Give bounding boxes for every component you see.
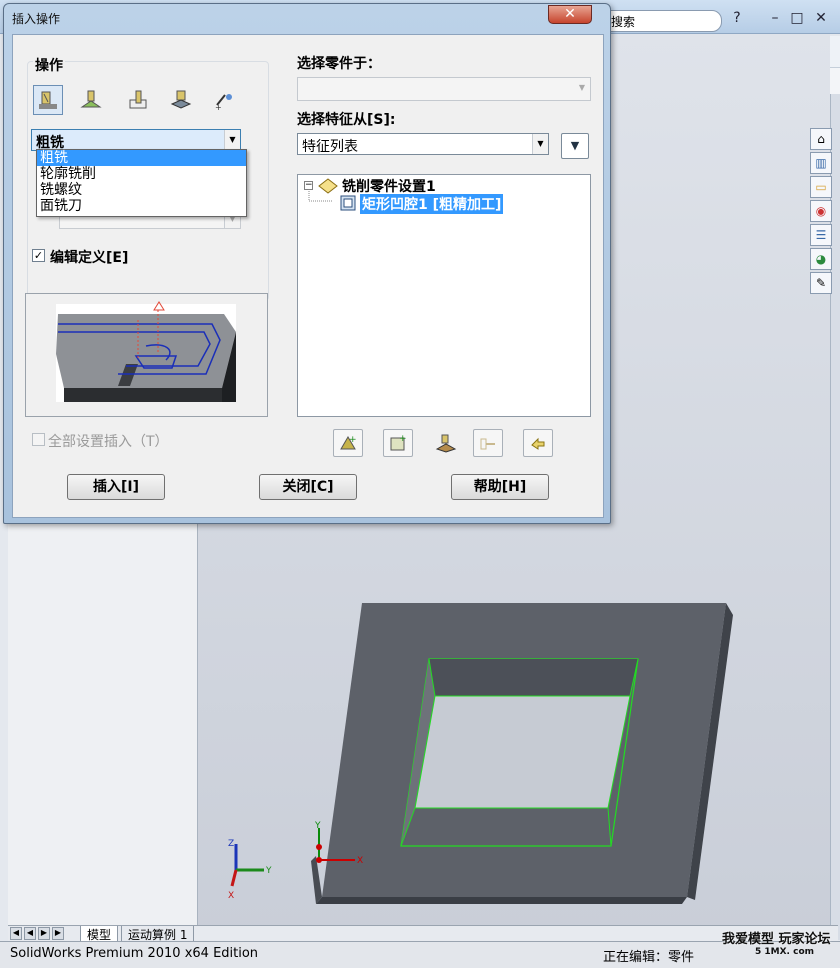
list-item[interactable]: 面铣刀: [37, 198, 246, 214]
toolpath-preview-image: [56, 301, 236, 402]
svg-text:+: +: [399, 434, 407, 444]
svg-text:Z: Z: [228, 839, 234, 849]
insert-all-checkbox[interactable]: [32, 433, 45, 446]
tab-motion-study[interactable]: 运动算例 1: [121, 926, 195, 942]
operation-dropdown-list[interactable]: 粗铣 轮廓铣削 铣螺纹 面铣刀: [36, 149, 247, 217]
search-input[interactable]: 搜索: [600, 10, 722, 32]
tab-first-icon[interactable]: ◀: [10, 927, 22, 940]
new-operation-button[interactable]: +: [383, 429, 413, 457]
minimize-button[interactable]: –: [766, 10, 784, 30]
tab-prev-icon[interactable]: ◀: [24, 927, 36, 940]
model-tabs-bar: ◀ ◀ ▶ ▶ 模型 运动算例 1: [8, 925, 838, 942]
select-feature-label: 选择特征从[S]:: [297, 112, 396, 128]
tab-model[interactable]: 模型: [80, 926, 119, 942]
tree-root-label[interactable]: 铣削零件设置1: [342, 176, 436, 196]
tree-connector: [308, 189, 332, 202]
feature-tree[interactable]: − 铣削零件设置1 矩形凹腔1 [粗精加工]: [297, 174, 591, 417]
rough-mill-icon[interactable]: [33, 85, 63, 115]
operation-preview: [25, 293, 268, 417]
list-item[interactable]: 轮廓铣削: [37, 166, 246, 182]
dialog-close-button[interactable]: ✕: [548, 5, 592, 24]
svg-text:+: +: [349, 435, 357, 445]
folder-icon[interactable]: ▭: [810, 176, 832, 198]
disabled-tool-button[interactable]: [473, 429, 503, 457]
feature-manager-pane: [8, 520, 198, 925]
new-operation-icon: +: [390, 434, 407, 451]
filter-button[interactable]: ▼: [561, 133, 589, 159]
svg-text:Y: Y: [265, 866, 272, 876]
status-editing: 正在编辑：零件: [603, 950, 695, 965]
dialog-client: 操作 + 粗铣 ▼ ▼ 粗铣 轮廓铣削 铣螺纹 面铣刀 ✓ 编辑定义[E] 全部…: [12, 34, 604, 518]
maximize-button[interactable]: □: [788, 10, 806, 30]
home-icon[interactable]: ⌂: [810, 128, 832, 150]
disabled-tool-icon: [480, 438, 495, 450]
rectangular-pocket-icon: [340, 195, 356, 211]
help-dialog-button[interactable]: 帮助[H]: [451, 474, 549, 500]
filter-icon: ▼: [570, 139, 580, 152]
svg-text:X: X: [228, 891, 234, 900]
drill-icon[interactable]: +: [209, 85, 239, 115]
operation-group-label: 操作: [33, 55, 65, 75]
operation-select[interactable]: 粗铣 ▼: [31, 129, 241, 151]
svg-text:X: X: [357, 856, 363, 866]
appearance-icon[interactable]: ◕: [810, 248, 832, 270]
edit-definition-label: 编辑定义[E]: [50, 250, 129, 266]
svg-text:Y: Y: [314, 821, 321, 831]
tool-icon: [435, 434, 457, 453]
reference-triad: Z Y X: [228, 839, 272, 900]
select-feature-combo[interactable]: 特征列表 ▼: [297, 133, 549, 155]
tab-next-icon[interactable]: ▶: [38, 927, 50, 940]
help-button[interactable]: ?: [728, 10, 746, 30]
close-button[interactable]: 关闭[C]: [259, 474, 357, 500]
resources-icon[interactable]: ▥: [810, 152, 832, 174]
select-feature-value: 特征列表: [302, 139, 358, 155]
part-front-side: [316, 897, 687, 904]
tool-button[interactable]: [431, 429, 461, 457]
select-part-label: 选择零件于：: [297, 56, 381, 72]
custom-properties-icon[interactable]: ✎: [810, 272, 832, 294]
thread-mill-icon[interactable]: [123, 85, 153, 115]
app-close-button[interactable]: ✕: [812, 10, 830, 30]
chevron-down-icon[interactable]: ▼: [224, 130, 240, 150]
redo-button[interactable]: [523, 429, 553, 457]
chevron-down-icon[interactable]: ▼: [532, 134, 548, 154]
tab-last-icon[interactable]: ▶: [52, 927, 64, 940]
chevron-down-icon[interactable]: ▼: [574, 78, 590, 98]
contour-mill-icon[interactable]: [76, 85, 106, 115]
insert-operation-dialog: 插入操作 ✕ 操作 + 粗铣 ▼ ▼ 粗铣 轮廓铣削 铣螺纹 面铣刀 ✓ 编辑定…: [3, 3, 611, 524]
status-product: SolidWorks Premium 2010 x64 Edition: [10, 946, 259, 961]
task-pane: ⌂ ▥ ▭ ◉ ☰ ◕ ✎: [808, 126, 834, 296]
dialog-title: 插入操作: [12, 12, 61, 26]
tree-child-label[interactable]: 矩形凹腔1 [粗精加工]: [360, 194, 504, 214]
list-item[interactable]: 铣螺纹: [37, 182, 246, 198]
add-feature-button[interactable]: +: [333, 429, 363, 457]
watermark: 我爱模型 玩家论坛: [722, 932, 831, 947]
status-bar: SolidWorks Premium 2010 x64 Edition 正在编辑…: [0, 941, 840, 968]
face-mill-icon[interactable]: [166, 85, 196, 115]
list-item[interactable]: 粗铣: [37, 150, 246, 166]
insert-button[interactable]: 插入[I]: [67, 474, 165, 500]
watermark-url: 5 1MX. com: [755, 947, 815, 957]
select-part-combo[interactable]: ▼: [297, 77, 591, 101]
explorer-icon[interactable]: ☰: [810, 224, 832, 246]
edit-definition-checkbox[interactable]: ✓: [32, 249, 45, 262]
part-model[interactable]: Y X: [198, 560, 830, 930]
svg-text:+: +: [215, 103, 222, 111]
add-feature-icon: +: [340, 435, 357, 450]
view-palette-icon[interactable]: ◉: [810, 200, 832, 222]
pocket-floor: [415, 696, 630, 808]
insert-all-label: 全部设置插入（T）: [48, 434, 169, 450]
arrow-icon: [531, 437, 545, 450]
